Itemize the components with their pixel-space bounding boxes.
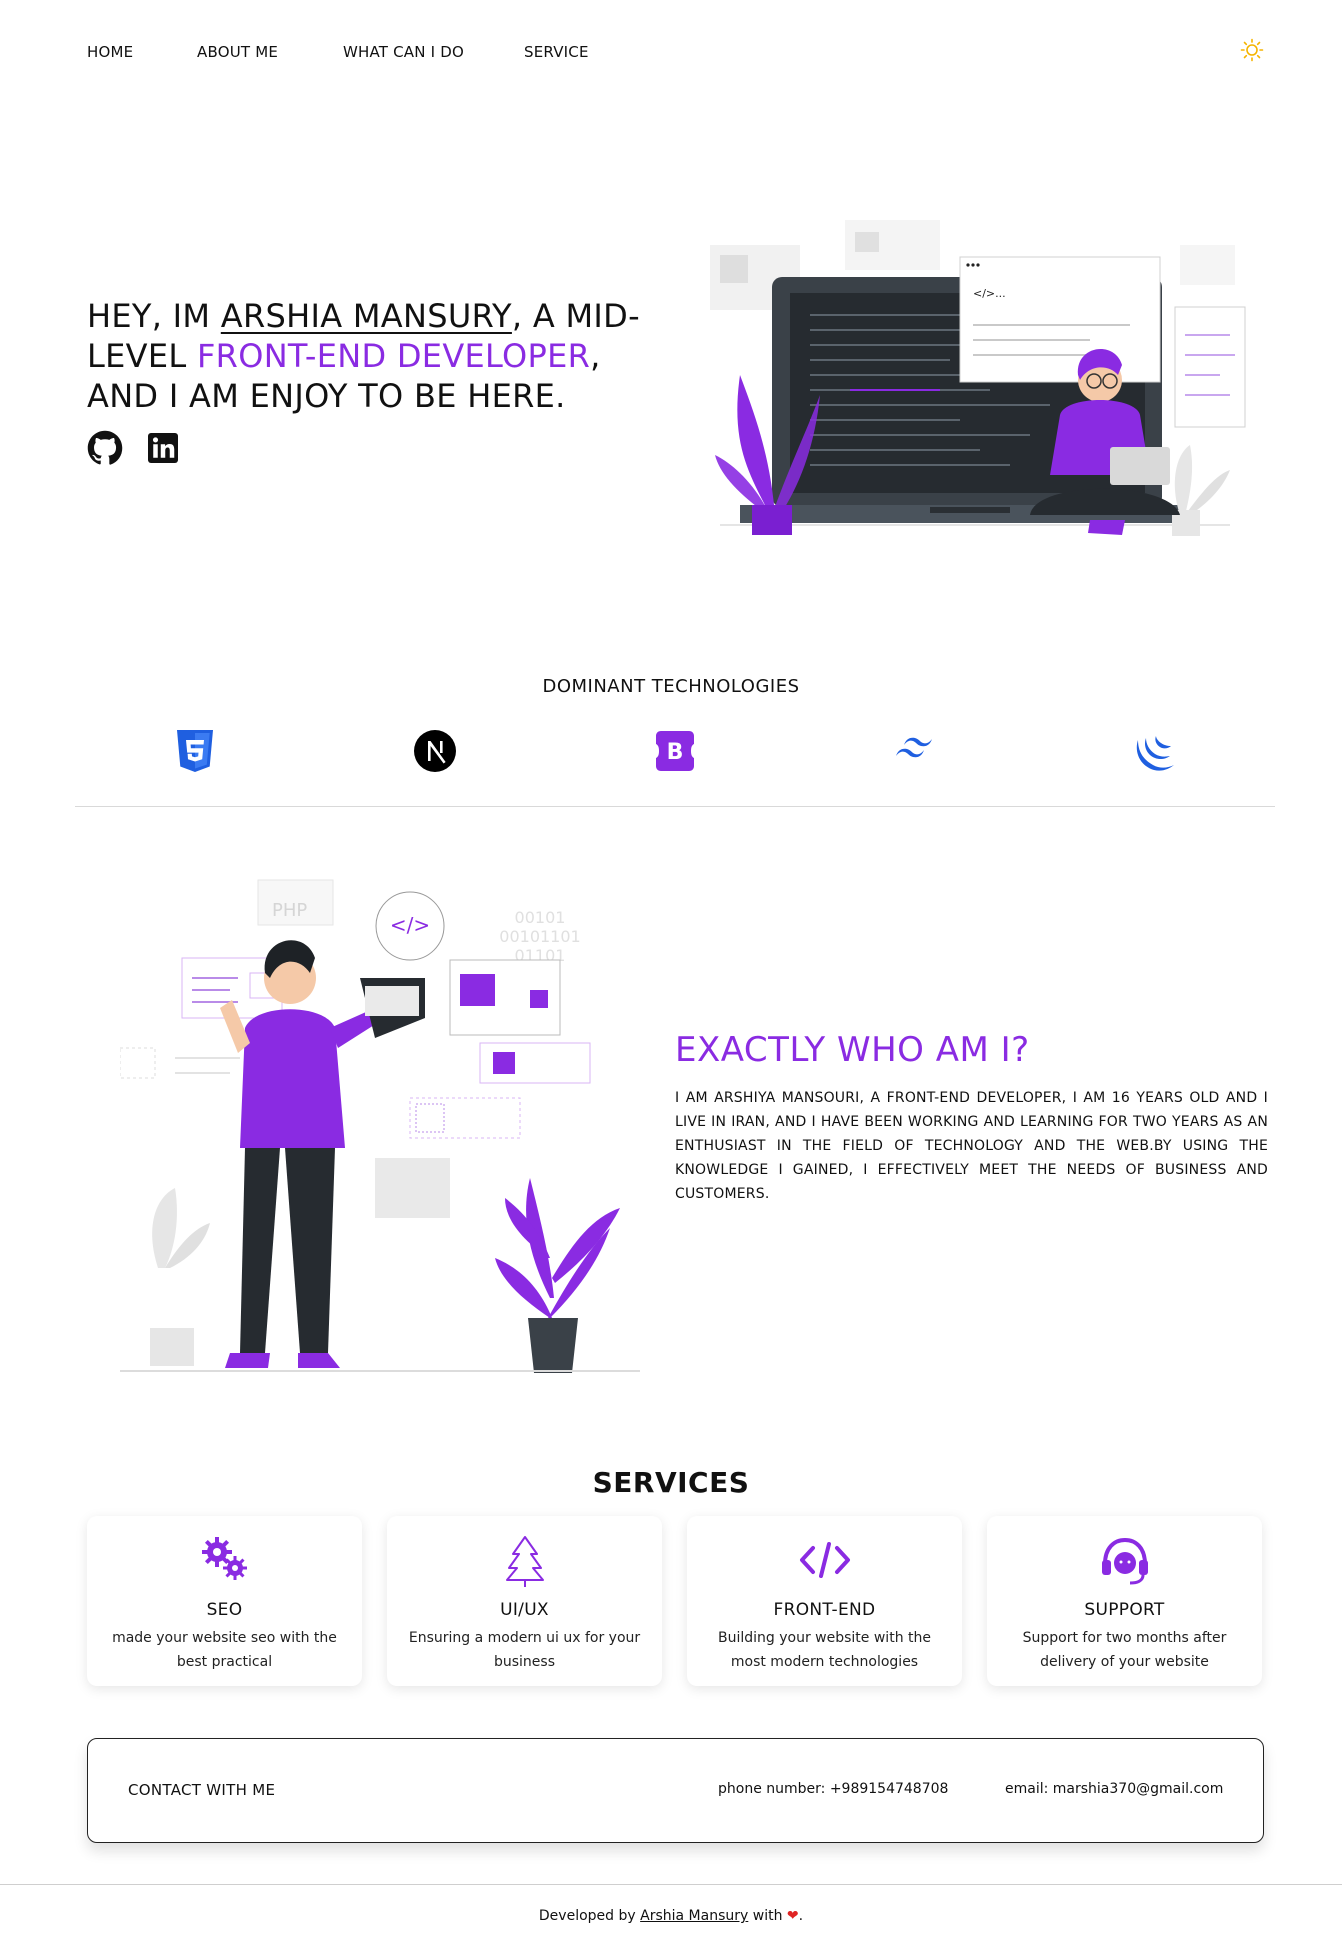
code-icon xyxy=(800,1542,850,1578)
hero-accent: FRONT-END DEVELOPER xyxy=(196,337,591,375)
svg-text:00101: 00101 xyxy=(515,908,566,927)
nav-service[interactable]: SERVICE xyxy=(524,43,589,61)
svg-text:</>: </> xyxy=(390,913,430,937)
section-divider xyxy=(75,806,1275,807)
linkedin-icon xyxy=(148,433,178,463)
hero-developer-illustration: </>... xyxy=(710,220,1246,536)
footer-end: . xyxy=(798,1908,804,1924)
footer-prefix: Developed by xyxy=(538,1908,641,1924)
service-card-uiux: UI/UX Ensuring a modern ui ux for your b… xyxy=(387,1516,662,1686)
service-desc: Support for two months after delivery of… xyxy=(1022,1630,1227,1670)
service-name: SUPPORT xyxy=(1084,1600,1165,1620)
footer-with: with xyxy=(748,1908,787,1924)
headset-icon xyxy=(1102,1537,1148,1585)
css3-icon xyxy=(177,730,213,772)
service-card-seo: SEO made your website seo with the best … xyxy=(87,1516,362,1686)
hero-heading: HEY, IM ARSHIA MANSURY, A MID-LEVEL FRON… xyxy=(87,296,667,416)
about-title: EXACTLY WHO AM I? xyxy=(675,1030,1030,1070)
contact-email[interactable]: email: marshia370@gmail.com xyxy=(1005,1781,1223,1797)
hero-name: ARSHIA MANSURY xyxy=(220,297,512,335)
hero-prefix: HEY, IM xyxy=(87,297,221,335)
services-grid: SEO made your website seo with the best … xyxy=(87,1516,1262,1686)
service-name: FRONT-END xyxy=(773,1600,876,1620)
nav-what-can-i-do[interactable]: WHAT CAN I DO xyxy=(343,43,464,61)
jquery-icon xyxy=(1136,736,1174,771)
service-desc: Building your website with the most mode… xyxy=(718,1630,931,1670)
top-nav: HOME ABOUT ME WHAT CAN I DO SERVICE xyxy=(0,0,1342,104)
svg-text:</>...: </>... xyxy=(973,287,1006,300)
services-title: SERVICES xyxy=(592,1466,750,1499)
footer: Developed by Arshia Mansury with ❤. xyxy=(0,1908,1342,1924)
service-desc: Ensuring a modern ui ux for your busines… xyxy=(408,1630,641,1670)
social-links xyxy=(87,430,181,466)
gears-icon xyxy=(202,1537,247,1580)
svg-text:00101101: 00101101 xyxy=(499,927,580,946)
nav-home[interactable]: HOME xyxy=(87,43,133,61)
github-link[interactable] xyxy=(87,430,123,466)
about-developer-illustration: PHP </> 00101 00101101 01101 xyxy=(120,879,640,1373)
nav-about-me[interactable]: ABOUT ME xyxy=(197,43,278,61)
footer-author-link[interactable]: Arshia Mansury xyxy=(640,1908,748,1924)
tailwind-icon xyxy=(896,737,932,758)
contact-phone[interactable]: phone number: +989154748708 xyxy=(718,1781,948,1797)
tech-icons-row: B xyxy=(0,728,1342,778)
bootstrap-icon: B xyxy=(656,731,694,771)
tree-icon xyxy=(506,1536,544,1587)
sun-icon[interactable] xyxy=(1240,38,1264,62)
service-name: SEO xyxy=(206,1600,243,1620)
tech-heading: DOMINANT TECHNOLOGIES xyxy=(542,676,800,697)
svg-text:B: B xyxy=(667,740,684,765)
nextjs-icon xyxy=(414,730,456,772)
contact-box: CONTACT WITH ME phone number: +989154748… xyxy=(87,1738,1264,1843)
heart-icon: ❤ xyxy=(786,1908,799,1924)
contact-title: CONTACT WITH ME xyxy=(128,1781,276,1799)
service-name: UI/UX xyxy=(500,1600,549,1620)
service-card-front-end: FRONT-END Building your website with the… xyxy=(687,1516,962,1686)
service-card-support: SUPPORT Support for two months after del… xyxy=(987,1516,1262,1686)
service-desc: made your website seo with the best prac… xyxy=(112,1630,337,1670)
svg-text:PHP: PHP xyxy=(272,900,307,921)
github-icon xyxy=(87,430,123,465)
linkedin-link[interactable] xyxy=(145,430,181,466)
about-text: I AM ARSHIYA MANSOURI, A FRONT-END DEVEL… xyxy=(675,1090,1268,1202)
footer-divider xyxy=(0,1884,1342,1885)
